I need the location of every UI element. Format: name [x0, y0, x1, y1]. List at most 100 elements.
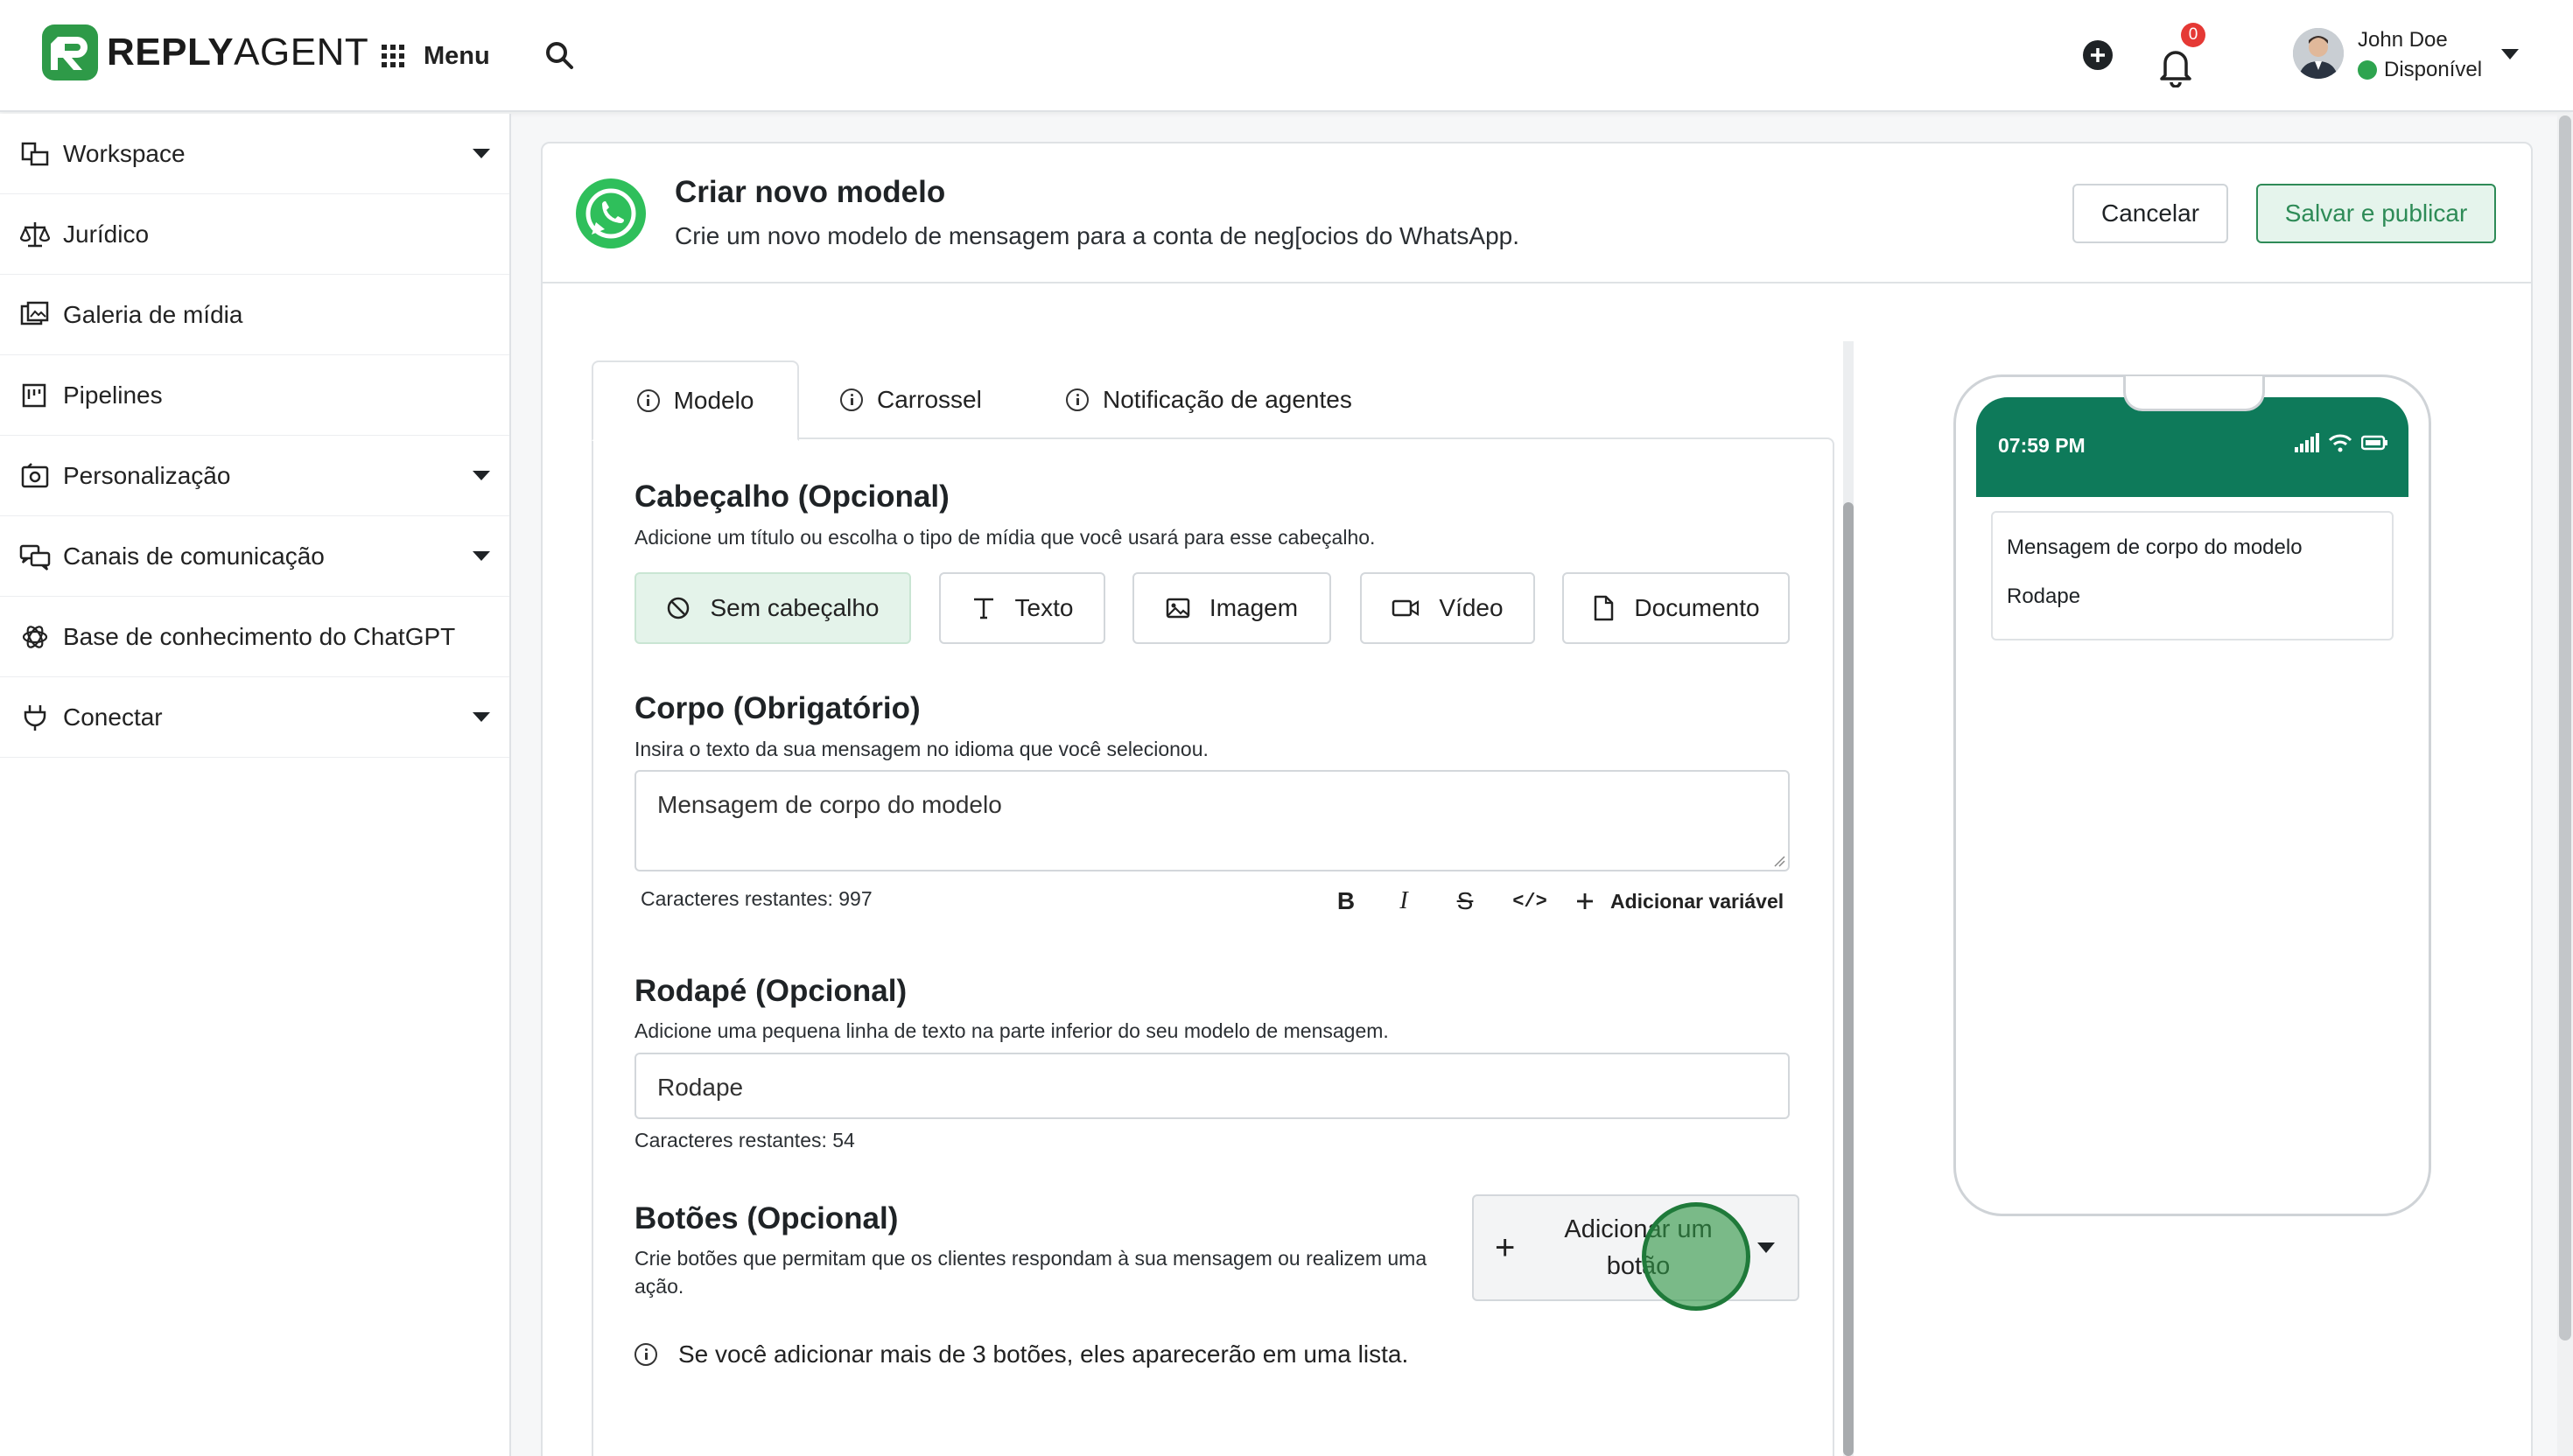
phone-notch — [2123, 376, 2265, 411]
sidebar-item-conectar[interactable]: Conectar — [0, 677, 509, 758]
tab-carrossel[interactable]: Carrossel — [840, 360, 982, 439]
page-title: Criar novo modelo — [675, 175, 946, 209]
sidebar-item-label: Canais de comunicação — [63, 542, 325, 570]
sidebar-item-label: Galeria de mídia — [63, 300, 243, 328]
sidebar-item-label: Base de conhecimento do ChatGPT — [63, 622, 456, 650]
sidebar: Workspace Jurídico Galeria de mídia Pipe… — [0, 114, 511, 1456]
sidebar-item-label: Pipelines — [63, 381, 163, 409]
plus-icon — [1577, 893, 1593, 909]
header-option-label: Sem cabeçalho — [710, 594, 880, 621]
chevron-down-icon — [473, 471, 490, 480]
chevron-down-icon — [473, 712, 490, 722]
user-name[interactable]: John Doe — [2358, 28, 2448, 52]
menu-label: Menu — [424, 41, 490, 70]
italic-button[interactable]: I — [1388, 886, 1420, 917]
form-scrollbar-thumb[interactable] — [1843, 502, 1854, 1456]
sidebar-item-workspace[interactable]: Workspace — [0, 114, 509, 194]
header-option-none-button[interactable]: Sem cabeçalho — [634, 572, 911, 644]
text-icon — [973, 598, 993, 620]
user-status[interactable]: Disponível — [2358, 58, 2482, 82]
search-icon[interactable] — [543, 38, 578, 74]
preview-message-bubble — [1991, 511, 2394, 640]
chevron-down-icon[interactable] — [2501, 49, 2519, 60]
footer-section-title: Rodapé (Opcional) — [634, 974, 908, 1008]
buttons-section-description: Crie botões que permitam que os clientes… — [634, 1247, 1427, 1298]
body-section-title: Corpo (Obrigatório) — [634, 691, 921, 725]
footer-input[interactable]: Rodape — [634, 1053, 1790, 1119]
add-variable-button[interactable]: Adicionar variável — [1575, 886, 1784, 917]
tab-label: Carrossel — [877, 386, 982, 413]
sidebar-item-label: Personalização — [63, 461, 231, 489]
logo-light-text: AGENT — [234, 31, 369, 74]
phone-time: 07:59 PM — [1998, 434, 2086, 457]
sidebar-item-pipelines[interactable]: Pipelines — [0, 355, 509, 436]
save-and-publish-button[interactable]: Salvar e publicar — [2256, 184, 2496, 243]
phone-status-icons — [2295, 432, 2387, 453]
ban-icon — [668, 597, 690, 620]
whatsapp-icon — [576, 178, 646, 248]
header-section-description: Adicione um título ou escolha o tipo de … — [634, 526, 1376, 549]
customize-icon — [19, 460, 51, 492]
card-header — [543, 144, 2531, 284]
resize-handle-icon[interactable] — [1773, 855, 1785, 867]
sidebar-item-canais-de-comunicacao[interactable]: Canais de comunicação — [0, 516, 509, 597]
sidebar-item-personalizacao[interactable]: Personalização — [0, 436, 509, 516]
image-icon — [1166, 598, 1190, 619]
replyagent-logo-icon — [42, 24, 98, 80]
grid-icon — [382, 45, 404, 67]
page-subtitle: Crie um novo modelo de mensagem para a c… — [675, 222, 1520, 249]
workspace-icon — [19, 138, 51, 170]
strikethrough-button[interactable]: S — [1449, 886, 1481, 917]
bold-button[interactable]: B — [1330, 886, 1362, 917]
sidebar-item-base-de-conhecimento[interactable]: Base de conhecimento do ChatGPT — [0, 597, 509, 677]
chat-channels-icon — [19, 541, 51, 572]
sidebar-item-galeria-de-midia[interactable]: Galeria de mídia — [0, 275, 509, 355]
header-section-title: Cabeçalho (Opcional) — [634, 480, 950, 514]
header-option-video-button[interactable]: Vídeo — [1360, 572, 1535, 644]
sidebar-item-juridico[interactable]: Jurídico — [0, 194, 509, 275]
user-status-label: Disponível — [2384, 58, 2483, 81]
preview-message-body: Mensagem de corpo do modelo — [2007, 536, 2303, 559]
buttons-section-title: Botões (Opcional) — [634, 1201, 899, 1236]
info-icon — [1066, 388, 1089, 411]
add-variable-label: Adicionar variável — [1610, 889, 1784, 913]
footer-chars-remaining: Caracteres restantes: 54 — [634, 1129, 855, 1152]
body-chars-remaining: Caracteres restantes: 997 — [641, 887, 873, 910]
menu-button[interactable]: Menu — [382, 35, 490, 77]
header-option-image-button[interactable]: Imagem — [1132, 572, 1331, 644]
video-icon — [1392, 599, 1420, 617]
sidebar-item-label: Jurídico — [63, 220, 150, 248]
plus-icon: + — [1495, 1228, 1516, 1267]
add-new-icon[interactable] — [2083, 40, 2113, 70]
bell-icon[interactable] — [2158, 46, 2193, 88]
chevron-down-icon — [473, 551, 490, 561]
signal-icon — [2295, 433, 2319, 452]
kanban-icon — [19, 380, 51, 411]
tab-notificacao-de-agentes[interactable]: Notificação de agentes — [1066, 360, 1352, 439]
info-icon — [634, 1343, 657, 1366]
body-textarea[interactable]: Mensagem de corpo do modelo — [634, 770, 1790, 872]
cancel-button[interactable]: Cancelar — [2072, 184, 2228, 243]
page-scrollbar-thumb[interactable] — [2559, 116, 2571, 1340]
code-button[interactable]: </> — [1512, 886, 1547, 917]
chevron-down-icon — [473, 149, 490, 158]
scale-icon — [19, 219, 51, 250]
buttons-note-text: Se você adicionar mais de 3 botões, eles… — [678, 1340, 1409, 1368]
battery-icon — [2361, 435, 2387, 451]
header-option-label: Vídeo — [1439, 594, 1504, 621]
buttons-note: Se você adicionar mais de 3 botões, eles… — [634, 1340, 1408, 1368]
sidebar-item-label: Conectar — [63, 703, 163, 731]
chevron-down-icon[interactable] — [1757, 1242, 1775, 1253]
header-option-label: Imagem — [1209, 594, 1299, 621]
header-option-document-button[interactable]: Documento — [1562, 572, 1790, 644]
avatar[interactable] — [2293, 28, 2344, 79]
click-indicator — [1642, 1202, 1750, 1311]
info-icon — [636, 389, 660, 412]
preview-message-footer: Rodape — [2007, 584, 2081, 608]
logo-bold-text: REPLY — [107, 31, 235, 74]
sidebar-item-label: Workspace — [63, 139, 186, 167]
app-logo[interactable]: REPLYAGENT — [42, 24, 368, 80]
document-icon — [1595, 595, 1614, 621]
tab-modelo[interactable]: Modelo — [592, 360, 799, 441]
header-option-text-button[interactable]: Texto — [939, 572, 1105, 644]
